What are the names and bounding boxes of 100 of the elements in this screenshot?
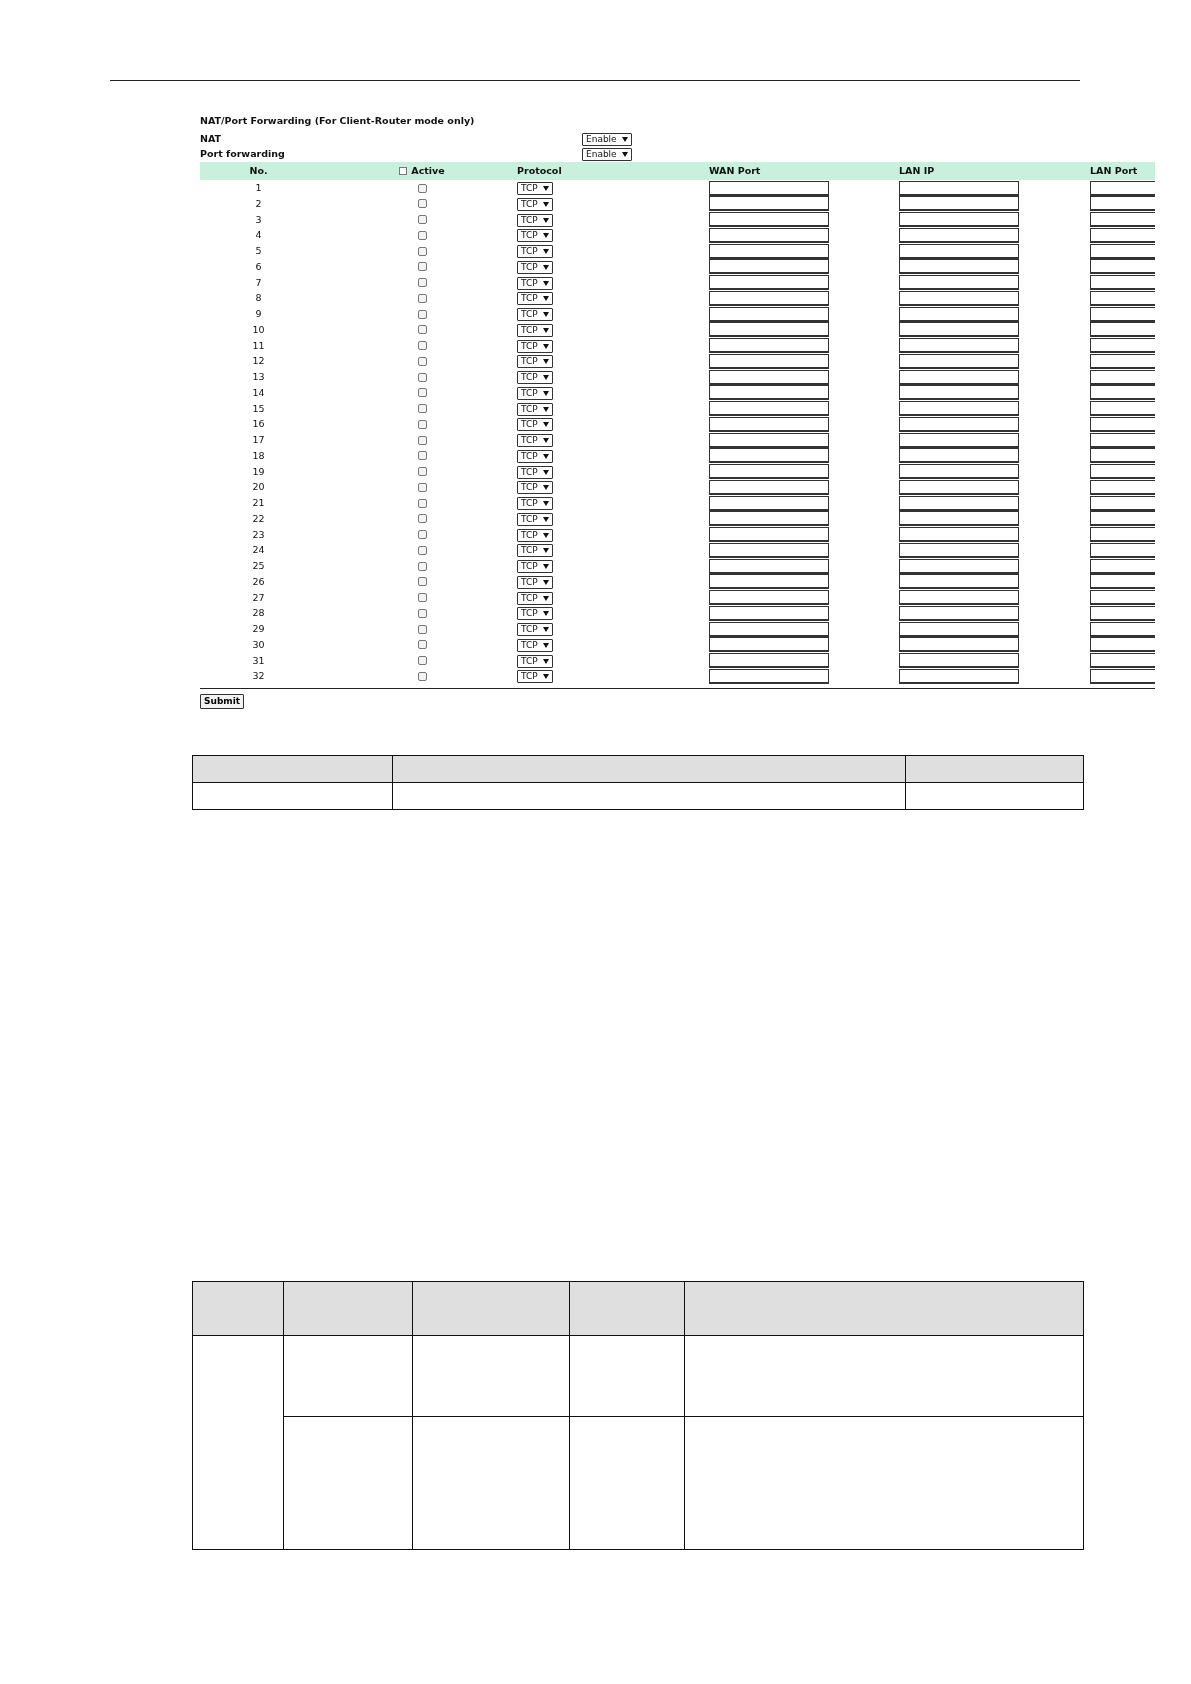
input-field[interactable] xyxy=(899,558,1019,574)
dropdown[interactable]: TCP xyxy=(517,434,553,447)
checkbox[interactable] xyxy=(417,530,427,540)
input-field[interactable] xyxy=(899,227,1019,243)
dropdown[interactable]: TCP xyxy=(517,245,553,258)
input-field[interactable] xyxy=(899,527,1019,543)
checkbox[interactable] xyxy=(417,608,427,618)
checkbox[interactable] xyxy=(417,341,427,351)
input-field[interactable] xyxy=(709,668,829,684)
dropdown[interactable]: TCP xyxy=(517,229,553,243)
select-all-checkbox[interactable] xyxy=(399,167,408,176)
input-field[interactable] xyxy=(899,574,1019,590)
dropdown[interactable]: TCP xyxy=(517,386,553,400)
input-field[interactable] xyxy=(899,605,1019,621)
checkbox[interactable] xyxy=(417,482,427,492)
dropdown[interactable]: TCP xyxy=(517,481,553,495)
dropdown[interactable]: TCP xyxy=(517,276,553,290)
input-field[interactable] xyxy=(709,180,829,196)
checkbox[interactable] xyxy=(417,325,427,335)
input-field[interactable] xyxy=(899,542,1019,558)
input-field[interactable] xyxy=(709,495,829,511)
dropdown[interactable]: TCP xyxy=(517,623,553,636)
input-field[interactable] xyxy=(709,196,829,212)
checkbox[interactable] xyxy=(417,498,427,508)
checkbox[interactable] xyxy=(417,467,427,477)
checkbox[interactable] xyxy=(417,671,427,681)
input-field[interactable] xyxy=(709,558,829,574)
checkbox[interactable] xyxy=(417,435,427,445)
checkbox[interactable] xyxy=(417,262,427,272)
dropdown[interactable]: TCP xyxy=(517,607,553,621)
dropdown[interactable]: Enable xyxy=(582,132,632,146)
dropdown[interactable]: TCP xyxy=(517,371,553,384)
input-field[interactable] xyxy=(709,542,829,558)
checkbox[interactable] xyxy=(417,404,427,414)
input-field[interactable] xyxy=(899,511,1019,527)
input-field[interactable] xyxy=(899,495,1019,511)
input-field[interactable] xyxy=(709,306,829,322)
input-field[interactable] xyxy=(899,196,1019,212)
checkbox[interactable] xyxy=(417,356,427,366)
dropdown[interactable]: TCP xyxy=(517,449,553,463)
dropdown[interactable]: TCP xyxy=(517,213,553,227)
checkbox[interactable] xyxy=(417,246,427,256)
checkbox[interactable] xyxy=(417,309,427,319)
dropdown[interactable]: TCP xyxy=(517,591,553,605)
input-field[interactable] xyxy=(709,401,829,417)
input-field[interactable] xyxy=(899,243,1019,259)
dropdown[interactable]: TCP xyxy=(517,670,553,684)
input-field[interactable] xyxy=(899,338,1019,354)
dropdown[interactable]: TCP xyxy=(517,638,553,652)
input-field[interactable] xyxy=(899,637,1019,653)
input-field[interactable] xyxy=(709,653,829,669)
checkbox[interactable] xyxy=(417,640,427,650)
checkbox[interactable] xyxy=(417,577,427,587)
input-field[interactable] xyxy=(899,306,1019,322)
input-field[interactable] xyxy=(899,668,1019,684)
dropdown[interactable]: TCP xyxy=(517,560,553,573)
input-field[interactable] xyxy=(709,353,829,369)
dropdown[interactable]: TCP xyxy=(517,355,553,369)
dropdown[interactable]: TCP xyxy=(517,418,553,432)
checkbox[interactable] xyxy=(417,278,427,288)
checkbox[interactable] xyxy=(417,451,427,461)
dropdown[interactable]: TCP xyxy=(517,402,553,416)
input-field[interactable] xyxy=(709,621,829,637)
input-field[interactable] xyxy=(709,464,829,480)
dropdown[interactable]: TCP xyxy=(517,308,553,321)
dropdown[interactable]: TCP xyxy=(517,292,553,306)
input-field[interactable] xyxy=(709,605,829,621)
input-field[interactable] xyxy=(709,511,829,527)
dropdown[interactable]: TCP xyxy=(517,575,553,589)
input-field[interactable] xyxy=(899,322,1019,338)
dropdown[interactable]: TCP xyxy=(517,654,553,668)
input-field[interactable] xyxy=(709,338,829,354)
input-field[interactable] xyxy=(899,259,1019,275)
checkbox[interactable] xyxy=(417,656,427,666)
input-field[interactable] xyxy=(899,448,1019,464)
input-field[interactable] xyxy=(899,416,1019,432)
input-field[interactable] xyxy=(709,322,829,338)
input-field[interactable] xyxy=(709,637,829,653)
input-field[interactable] xyxy=(899,653,1019,669)
checkbox[interactable] xyxy=(417,561,427,571)
input-field[interactable] xyxy=(899,180,1019,196)
input-field[interactable] xyxy=(709,275,829,291)
checkbox[interactable] xyxy=(417,419,427,429)
checkbox[interactable] xyxy=(417,545,427,555)
input-field[interactable] xyxy=(899,212,1019,228)
input-field[interactable] xyxy=(899,290,1019,306)
dropdown[interactable]: TCP xyxy=(517,197,553,211)
dropdown[interactable]: TCP xyxy=(517,339,553,353)
input-field[interactable] xyxy=(709,243,829,259)
input-field[interactable] xyxy=(709,432,829,448)
input-field[interactable] xyxy=(709,574,829,590)
dropdown[interactable]: TCP xyxy=(517,260,553,274)
checkbox[interactable] xyxy=(417,293,427,303)
dropdown[interactable]: TCP xyxy=(517,528,553,542)
input-field[interactable] xyxy=(709,590,829,606)
input-field[interactable] xyxy=(899,401,1019,417)
input-field[interactable] xyxy=(709,527,829,543)
input-field[interactable] xyxy=(709,416,829,432)
checkbox[interactable] xyxy=(417,230,427,240)
input-field[interactable] xyxy=(709,290,829,306)
